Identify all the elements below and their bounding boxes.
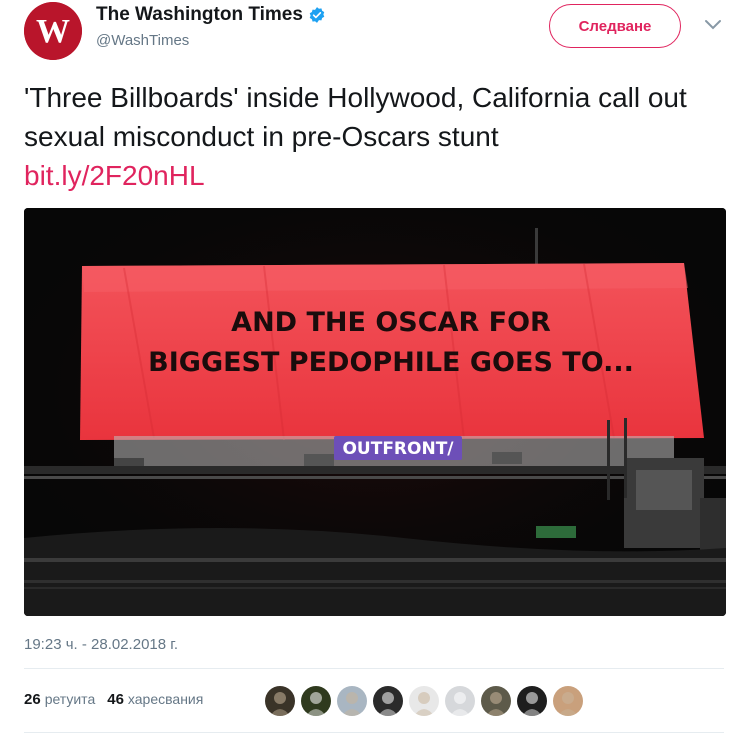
liker-avatar-6[interactable] xyxy=(445,686,475,716)
tweet-header: W The Washington Times @WashTimes Следва… xyxy=(22,0,722,64)
user-avatar-icon xyxy=(450,692,470,716)
tweet-media-photo[interactable]: AND THE OSCAR FOR BIGGEST PEDOPHILE GOES… xyxy=(24,208,726,616)
liker-avatar-8[interactable] xyxy=(517,686,547,716)
tweet-body: 'Three Billboards' inside Hollywood, Cal… xyxy=(24,82,687,152)
washington-times-logo-icon: W xyxy=(24,2,82,60)
user-avatar-icon xyxy=(558,692,578,716)
liker-avatar-5[interactable] xyxy=(409,686,439,716)
liker-avatar-2[interactable] xyxy=(301,686,331,716)
retweets-stat[interactable]: 26 ретуита xyxy=(24,691,95,708)
user-avatar-icon xyxy=(522,692,542,716)
user-avatar-icon xyxy=(486,692,506,716)
user-avatar-icon xyxy=(342,692,362,716)
account-handle[interactable]: @WashTimes xyxy=(96,32,189,49)
tweet-link[interactable]: bit.ly/2F20nHL xyxy=(24,160,205,191)
likes-count: 46 xyxy=(107,691,124,708)
tweet-text: 'Three Billboards' inside Hollywood, Cal… xyxy=(24,78,724,195)
billboard-line-2: BIGGEST PEDOPHILE GOES TO... xyxy=(148,347,634,378)
user-avatar-icon xyxy=(270,692,290,716)
divider xyxy=(24,668,724,669)
liker-avatar-7[interactable] xyxy=(481,686,511,716)
likes-stat[interactable]: 46 харесвания xyxy=(107,691,203,708)
divider xyxy=(24,732,724,733)
retweets-label: ретуита xyxy=(44,691,96,707)
liker-avatar-3[interactable] xyxy=(337,686,367,716)
user-avatar-icon xyxy=(378,692,398,716)
account-name[interactable]: The Washington Times xyxy=(96,4,303,26)
likes-label: харесвания xyxy=(127,691,204,707)
name-row: The Washington Times xyxy=(96,4,326,26)
liker-avatar-9[interactable] xyxy=(553,686,583,716)
user-avatar-icon xyxy=(414,692,434,716)
tweet-stats: 26 ретуита 46 харесвания xyxy=(24,691,215,708)
retweets-count: 26 xyxy=(24,691,41,708)
liker-avatar-1[interactable] xyxy=(265,686,295,716)
liker-avatars xyxy=(265,686,589,716)
billboard-photo: AND THE OSCAR FOR BIGGEST PEDOPHILE GOES… xyxy=(24,208,726,616)
tweet-timestamp[interactable]: 19:23 ч. - 28.02.2018 г. xyxy=(24,636,178,653)
billboard-line-1: AND THE OSCAR FOR xyxy=(231,307,551,338)
verified-badge-icon xyxy=(309,7,325,23)
liker-avatar-4[interactable] xyxy=(373,686,403,716)
follow-button[interactable]: Следване xyxy=(549,4,681,48)
avatar-letter: W xyxy=(36,13,70,50)
chevron-down-icon[interactable] xyxy=(704,18,722,32)
outfront-brand: OUTFRONT/ xyxy=(342,439,454,459)
account-avatar[interactable]: W xyxy=(24,2,82,60)
user-avatar-icon xyxy=(306,692,326,716)
